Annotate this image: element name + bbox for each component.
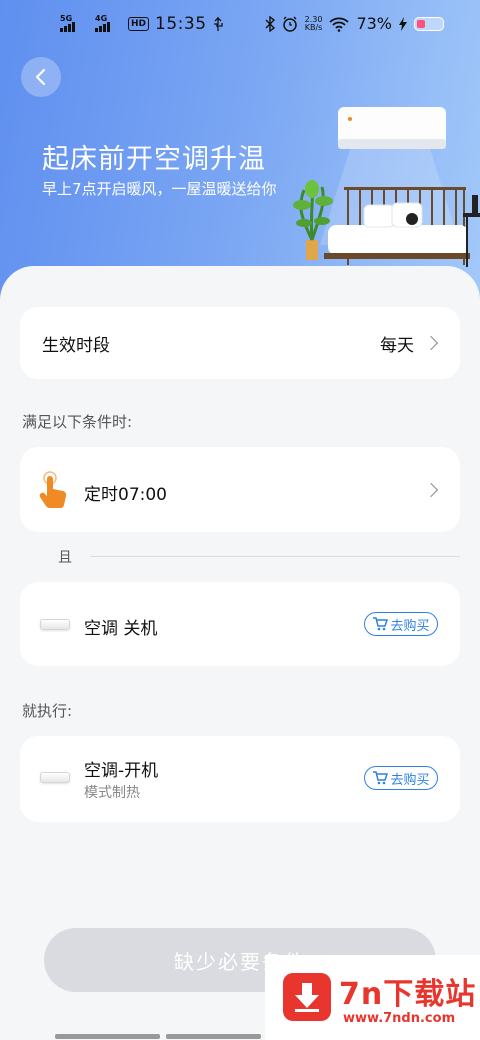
signal-sim1-icon: 5G xyxy=(60,14,75,32)
watermark: 7n下载站 www.7ndn.com xyxy=(265,955,480,1040)
status-bar: 5G 4G HD 15:35 2.30 KB/s 73% xyxy=(0,14,480,40)
action-device-label: 空调-开机 xyxy=(84,761,159,781)
actions-heading: 就执行: xyxy=(22,702,73,720)
page-subtitle: 早上7点开启暖风，一屋温暖送给你 xyxy=(42,180,277,198)
watermark-title: 7n下载站 xyxy=(339,977,477,1012)
hand-tap-icon xyxy=(39,471,67,509)
action-card[interactable]: 空调-开机 模式制热 去购买 xyxy=(20,736,460,822)
page-title: 起床前开空调升温 xyxy=(42,144,266,175)
period-value: 每天 xyxy=(380,336,414,356)
action-device-sub: 模式制热 xyxy=(84,785,140,801)
cart-icon xyxy=(373,617,389,631)
hd-badge: HD xyxy=(128,17,150,31)
buy-label: 去购买 xyxy=(390,618,430,634)
usb-icon xyxy=(213,17,223,31)
nav-bar-segment xyxy=(166,1034,261,1039)
buy-label: 去购买 xyxy=(390,772,430,788)
sim2-label: 4G xyxy=(95,14,108,23)
wifi-icon xyxy=(329,17,350,32)
download-icon xyxy=(283,973,331,1021)
battery-icon xyxy=(414,16,444,31)
air-conditioner-icon xyxy=(40,619,70,630)
timer-label: 定时07:00 xyxy=(84,485,167,505)
and-divider: 且 xyxy=(58,547,460,567)
watermark-url: www.7ndn.com xyxy=(343,1011,456,1026)
device-condition-card[interactable]: 空调 关机 去购买 xyxy=(20,582,460,666)
signal-sim2-icon: 4G xyxy=(95,14,110,32)
battery-percent: 73% xyxy=(356,14,392,33)
speed-unit: KB/s xyxy=(304,22,323,32)
nav-bar-segment xyxy=(55,1034,160,1039)
back-button[interactable] xyxy=(21,57,61,97)
chevron-right-icon xyxy=(423,335,439,351)
period-label: 生效时段 xyxy=(42,336,110,356)
chevron-right-icon xyxy=(423,482,439,498)
status-time: 15:35 xyxy=(155,14,207,34)
charging-icon xyxy=(399,16,407,31)
sim1-label: 5G xyxy=(60,14,73,23)
buy-button[interactable]: 去购买 xyxy=(364,612,438,636)
bedroom-illustration xyxy=(293,107,480,267)
buy-button[interactable]: 去购买 xyxy=(364,766,438,790)
period-card[interactable]: 生效时段 每天 xyxy=(20,307,460,379)
condition-device-label: 空调 关机 xyxy=(84,619,158,639)
bluetooth-icon xyxy=(265,15,275,32)
network-speed: 2.30 KB/s xyxy=(304,15,323,32)
chevron-left-icon xyxy=(35,68,46,86)
hero-banner: 5G 4G HD 15:35 2.30 KB/s 73% 起床前开空调升温 早上… xyxy=(0,0,480,300)
timer-condition-card[interactable]: 定时07:00 xyxy=(20,447,460,532)
conditions-heading: 满足以下条件时: xyxy=(22,413,133,431)
and-label: 且 xyxy=(58,550,72,566)
alarm-icon xyxy=(282,15,297,32)
cart-icon xyxy=(373,771,389,785)
air-conditioner-icon xyxy=(40,772,70,783)
